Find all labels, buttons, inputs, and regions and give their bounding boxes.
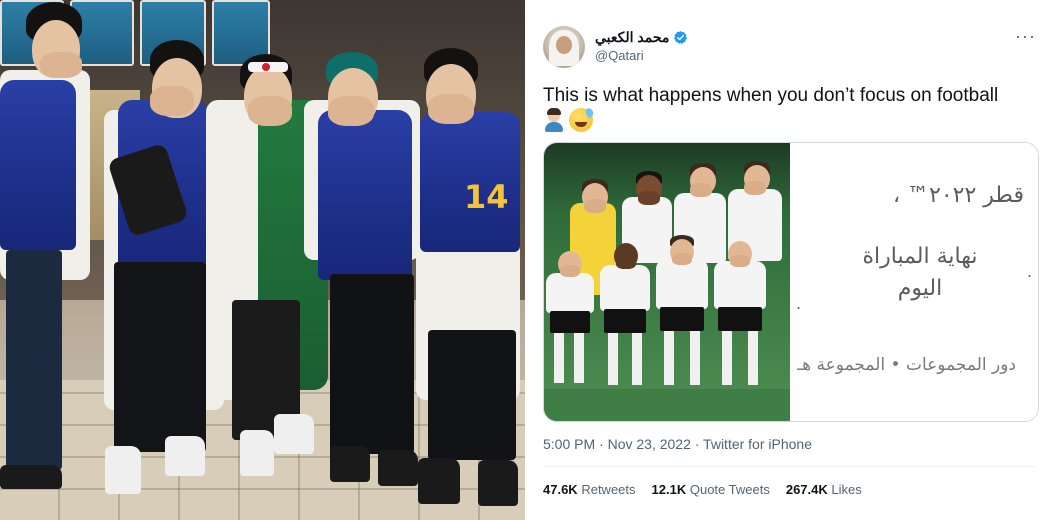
grinning-sweat-emoji-icon xyxy=(569,106,595,132)
tweet-stats: 47.6K Retweets 12.1K Quote Tweets 267.4K… xyxy=(543,482,862,497)
japan-flag-dot xyxy=(262,63,270,71)
match-status-line-2: اليوم xyxy=(897,276,943,301)
group-stage-label: دور المجموعات • المجموعة هـ xyxy=(797,355,1016,375)
tweet-text: This is what happens when you don’t focu… xyxy=(543,85,999,106)
author-name[interactable]: محمد الكعبي xyxy=(595,29,669,46)
likes-stat[interactable]: 267.4K Likes xyxy=(786,482,862,497)
retweets-stat[interactable]: 47.6K Retweets xyxy=(543,482,636,497)
verified-badge-icon xyxy=(674,30,688,44)
emoji-row xyxy=(543,106,595,132)
author-handle[interactable]: @Qatari xyxy=(595,48,644,63)
tweet-timestamp[interactable]: 5:00 PM · Nov 23, 2022 · Twitter for iPh… xyxy=(543,436,812,452)
divider xyxy=(543,466,1036,467)
fans-photo: 14 xyxy=(0,0,525,520)
quote-tweets-stat[interactable]: 12.1K Quote Tweets xyxy=(652,482,770,497)
dot-icon: . xyxy=(1026,261,1032,281)
man-emoji-icon xyxy=(543,108,565,132)
more-options-icon[interactable]: ··· xyxy=(1015,26,1036,47)
tweet-media[interactable]: قطر ٢٠٢٢™ ، نهاية المباراة اليوم . . دور… xyxy=(543,142,1039,422)
match-info-panel: قطر ٢٠٢٢™ ، نهاية المباراة اليوم . . دور… xyxy=(790,143,1038,421)
pitch-grass xyxy=(544,389,790,421)
author-name-line[interactable]: محمد الكعبي xyxy=(595,29,688,46)
jersey-number: 14 xyxy=(464,178,509,216)
avatar[interactable] xyxy=(543,26,585,68)
tournament-label: قطر ٢٠٢٢™ ، xyxy=(892,183,1024,208)
match-status-line-1: نهاية المباراة xyxy=(862,244,978,269)
match-status: نهاية المباراة اليوم xyxy=(850,241,990,305)
tweet-card: محمد الكعبي @Qatari ··· This is what hap… xyxy=(525,0,1050,520)
dot-icon: . xyxy=(796,293,802,313)
team-photo xyxy=(544,143,790,421)
